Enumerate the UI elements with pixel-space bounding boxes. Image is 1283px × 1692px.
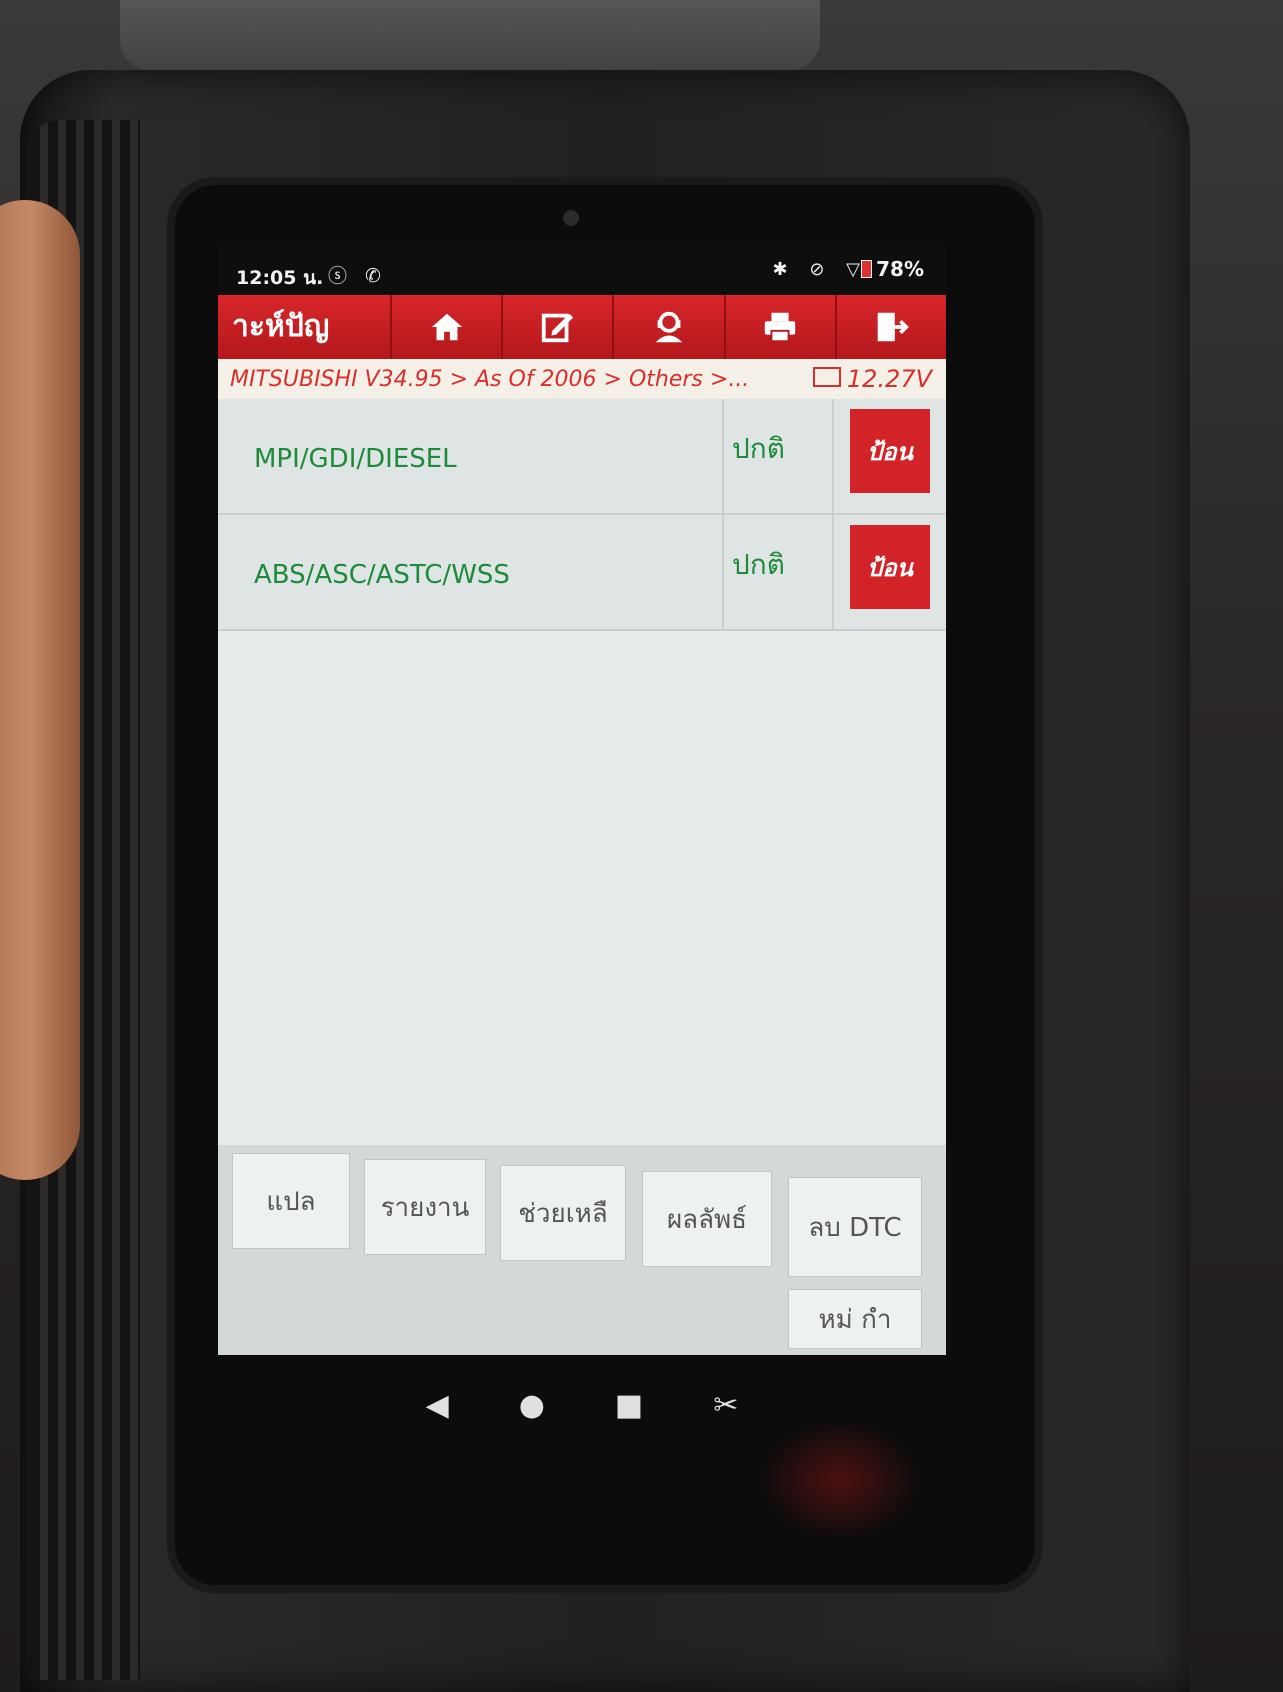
system-row[interactable]: MPI/GDI/DIESEL ปกติ ป้อน [218,399,946,515]
clear-dtc-button[interactable]: ลบ DTC [788,1177,922,1277]
home-button[interactable] [390,295,501,359]
app-toolbar: าะห์ปัญ [218,295,946,359]
screenshot-icon[interactable]: ✂ [713,1388,738,1423]
back-icon[interactable]: ◀ [426,1388,449,1423]
home-nav-icon[interactable]: ● [519,1388,545,1423]
system-name: MPI/GDI/DIESEL [218,399,724,513]
car-vent-background [120,0,820,70]
voltage-value: 12.27V [846,365,932,393]
more-button[interactable]: หม่ กำ [788,1289,922,1349]
report-button[interactable]: รายงาน [364,1159,486,1255]
battery-icon [861,260,873,278]
status-time: 12:05 น. [236,267,324,289]
system-list: MPI/GDI/DIESEL ปกติ ป้อน ABS/ASC/ASTC/WS… [218,399,946,631]
voltage-readout: 12.27V [812,365,932,393]
edit-icon [541,313,573,343]
battery-percent: 78% [876,257,924,281]
hand [0,200,80,1180]
screen-reflection [760,1420,920,1540]
user-support-icon [655,311,683,343]
status-system-icons: ✱ ⊘ ▽ [772,259,868,280]
system-status: ปกติ [724,515,834,629]
status-notification-icons: ⓢ ✆ [328,265,387,287]
exit-icon [878,312,910,342]
translate-button[interactable]: แปล [232,1153,350,1249]
print-button[interactable] [723,295,835,359]
enter-button[interactable]: ป้อน [850,409,930,493]
exit-button[interactable] [834,295,946,359]
support-button[interactable] [612,295,723,359]
status-bar: 12:05 น. ⓢ ✆ ✱ ⊘ ▽ 78% [218,245,946,295]
breadcrumb: MITSUBISHI V34.95 > As Of 2006 > Others … [230,367,750,392]
device-screen: 12:05 น. ⓢ ✆ ✱ ⊘ ▽ 78% าะห์ปัญ MITSUBISH… [218,245,946,1355]
result-button[interactable]: ผลลัพธ์ [642,1171,772,1267]
breadcrumb-bar: MITSUBISHI V34.95 > As Of 2006 > Others … [218,359,946,399]
home-icon [431,313,462,341]
edit-button[interactable] [501,295,612,359]
system-row[interactable]: ABS/ASC/ASTC/WSS ปกติ ป้อน [218,515,946,631]
printer-icon [765,312,796,343]
system-status: ปกติ [724,399,834,513]
help-button[interactable]: ช่วยเหลื [500,1165,626,1261]
action-bar: แปล รายงาน ช่วยเหลื ผลลัพธ์ ลบ DTC หม่ ก… [218,1145,946,1355]
toolbar-title: าะห์ปัญ [232,309,330,344]
front-camera [563,210,579,226]
car-battery-icon [812,367,841,387]
system-name: ABS/ASC/ASTC/WSS [218,515,724,629]
enter-button[interactable]: ป้อน [850,525,930,609]
recents-icon[interactable]: ■ [615,1388,643,1423]
battery-indicator: 78% [861,257,924,281]
